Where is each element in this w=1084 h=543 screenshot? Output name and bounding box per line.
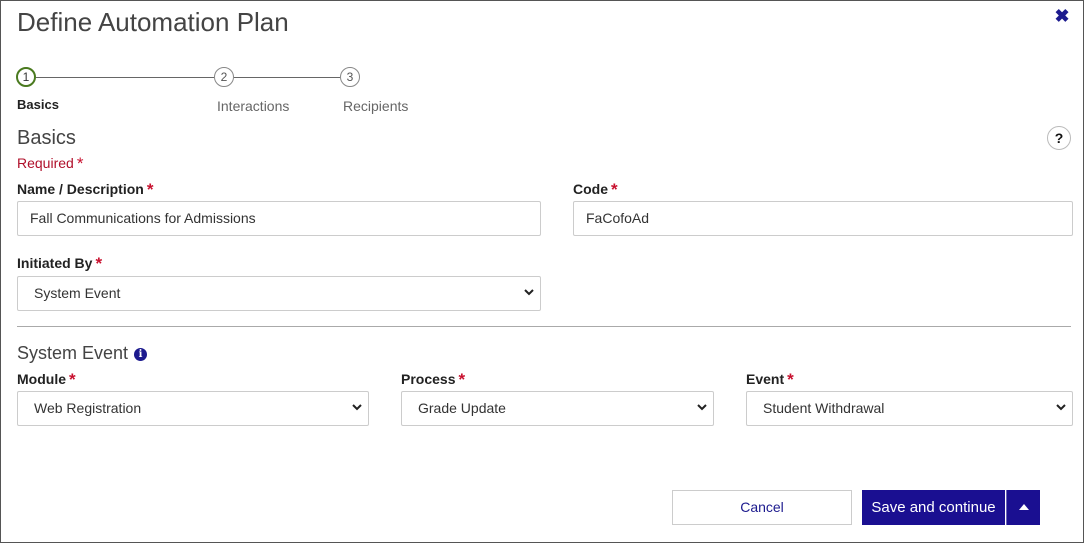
system-event-heading: System Event i xyxy=(17,343,148,364)
step-2-circle[interactable]: 2 xyxy=(214,67,234,87)
name-input[interactable]: Fall Communications for Admissions xyxy=(17,201,541,236)
step-1-circle[interactable]: 1 xyxy=(16,67,36,87)
required-star: * xyxy=(458,370,466,389)
step-connector xyxy=(36,77,214,78)
code-input[interactable]: FaCofoAd xyxy=(573,201,1073,236)
required-star: * xyxy=(611,180,618,199)
step-3-label[interactable]: Recipients xyxy=(343,98,408,114)
system-event-heading-text: System Event xyxy=(17,343,129,363)
module-label-text: Module xyxy=(17,371,66,387)
initiated-by-value: System Event xyxy=(34,285,121,301)
code-label: Code * xyxy=(573,180,618,200)
required-note-text: Required xyxy=(17,155,74,171)
close-icon[interactable]: ✖ xyxy=(1053,7,1071,25)
required-note: Required * xyxy=(17,154,83,174)
chevron-down-icon xyxy=(697,392,707,411)
step-1-label[interactable]: Basics xyxy=(17,97,59,112)
step-2-label[interactable]: Interactions xyxy=(217,98,289,114)
required-star: * xyxy=(76,154,84,173)
caret-up-icon xyxy=(1018,504,1029,510)
module-label: Module * xyxy=(17,370,76,390)
required-star: * xyxy=(69,370,76,389)
automation-plan-dialog: Define Automation Plan ✖ 1 2 3 Basics In… xyxy=(0,0,1084,543)
module-select[interactable]: Web Registration xyxy=(17,391,369,426)
required-star: * xyxy=(787,370,794,389)
step-3-circle[interactable]: 3 xyxy=(340,67,360,87)
initiated-by-select[interactable]: System Event xyxy=(17,276,541,311)
chevron-down-icon xyxy=(1056,392,1066,411)
event-label: Event * xyxy=(746,370,794,390)
process-value: Grade Update xyxy=(418,400,506,416)
save-options-toggle[interactable] xyxy=(1006,490,1040,525)
dialog-title: Define Automation Plan xyxy=(17,7,289,37)
initiated-label-text: Initiated By xyxy=(17,255,93,271)
cancel-button[interactable]: Cancel xyxy=(672,490,852,525)
chevron-down-icon xyxy=(352,392,362,411)
event-label-text: Event xyxy=(746,371,785,387)
process-select[interactable]: Grade Update xyxy=(401,391,714,426)
step-connector xyxy=(234,77,340,78)
required-star: * xyxy=(146,180,154,199)
process-label: Process * xyxy=(401,370,465,390)
code-label-text: Code xyxy=(573,181,608,197)
required-star: * xyxy=(95,254,103,273)
chevron-down-icon xyxy=(524,277,534,296)
event-select[interactable]: Student Withdrawal xyxy=(746,391,1073,426)
module-value: Web Registration xyxy=(34,400,142,416)
basics-heading: Basics xyxy=(17,127,76,149)
initiated-label: Initiated By * xyxy=(17,254,102,274)
event-value: Student Withdrawal xyxy=(763,400,885,416)
info-icon[interactable]: i xyxy=(134,348,148,361)
process-label-text: Process xyxy=(401,371,456,387)
name-label: Name / Description * xyxy=(17,180,153,200)
save-and-continue-button[interactable]: Save and continue xyxy=(862,490,1005,525)
help-icon[interactable]: ? xyxy=(1047,126,1071,150)
section-divider xyxy=(17,326,1071,327)
name-label-text: Name / Description xyxy=(17,181,144,197)
